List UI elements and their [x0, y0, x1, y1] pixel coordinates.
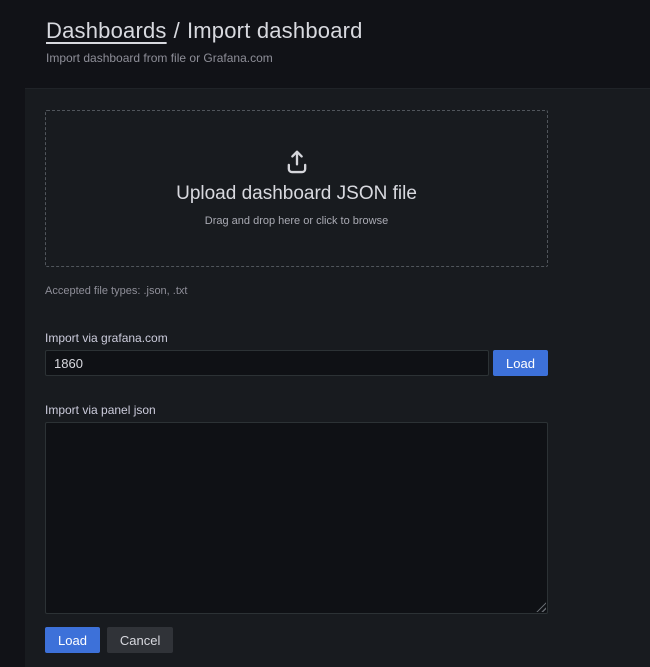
grafana-com-input-row: Load	[45, 350, 548, 376]
panel-json-textarea-wrap	[45, 422, 548, 614]
accepted-file-types: Accepted file types: .json, .txt	[45, 284, 650, 298]
grafana-com-load-button[interactable]: Load	[493, 350, 548, 376]
form-actions: Load Cancel	[45, 627, 650, 653]
breadcrumb-dashboards-link[interactable]: Dashboards	[46, 18, 167, 43]
upload-dropzone[interactable]: Upload dashboard JSON file Drag and drop…	[45, 110, 548, 267]
grafana-com-label: Import via grafana.com	[45, 331, 650, 346]
import-via-grafana-section: Import via grafana.com Load	[45, 331, 650, 376]
upload-icon	[283, 148, 311, 176]
panel-json-textarea[interactable]	[45, 422, 548, 614]
import-dashboard-page: Dashboards / Import dashboard Import dashb…	[0, 0, 650, 667]
grafana-com-url-input[interactable]	[45, 350, 489, 376]
page-header: Dashboards / Import dashboard Import dashb…	[0, 0, 650, 66]
panel-json-label: Import via panel json	[45, 403, 650, 418]
upload-hint: Drag and drop here or click to browse	[205, 214, 388, 229]
upload-title: Upload dashboard JSON file	[176, 181, 417, 207]
load-button[interactable]: Load	[45, 627, 100, 653]
cancel-button[interactable]: Cancel	[107, 627, 173, 653]
page-title: Import dashboard	[187, 18, 363, 43]
page-subtitle: Import dashboard from file or Grafana.co…	[46, 50, 604, 66]
breadcrumb: Dashboards / Import dashboard	[46, 17, 604, 44]
import-via-panel-json-section: Import via panel json	[45, 403, 650, 614]
import-panel: Upload dashboard JSON file Drag and drop…	[25, 88, 650, 667]
breadcrumb-separator: /	[174, 18, 180, 43]
